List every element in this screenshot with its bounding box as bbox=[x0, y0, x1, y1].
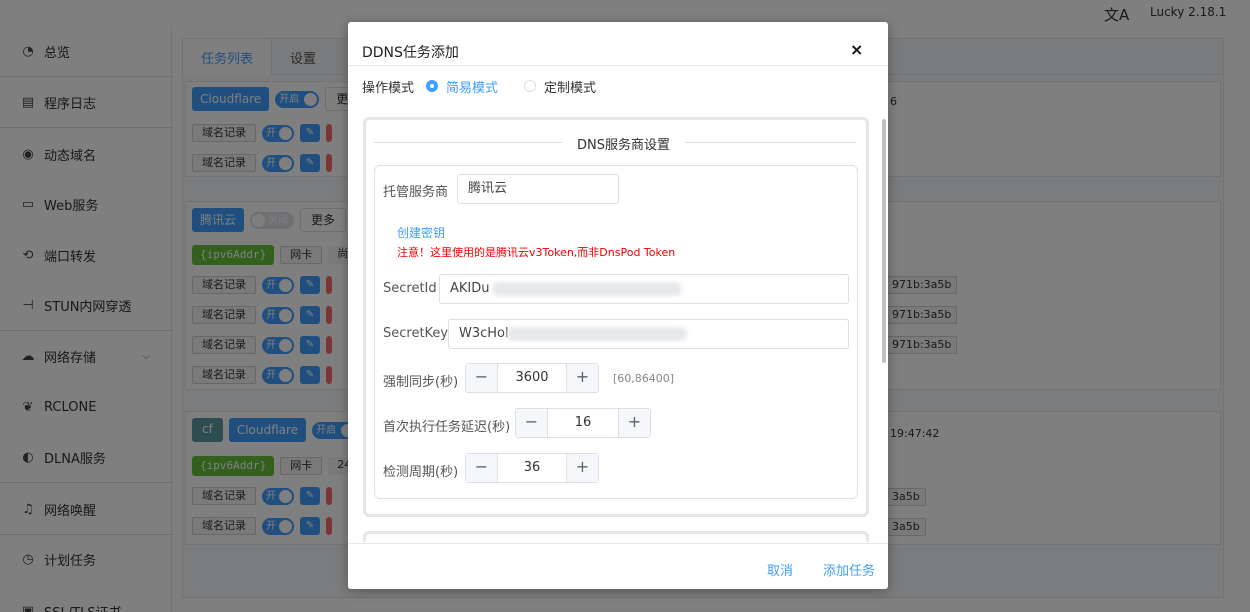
range-hint: [60,86400] bbox=[613, 372, 675, 385]
secret-key-input[interactable]: W3cHol bbox=[448, 319, 849, 349]
dns-provider-panel: DNS服务商设置 托管服务商 腾讯云 创建密钥 注意！这里使用的是腾讯云v3To… bbox=[363, 117, 869, 517]
mode-label: 操作模式 bbox=[362, 80, 415, 96]
check-period-input[interactable]: 36 bbox=[498, 454, 566, 482]
redacted-blur bbox=[492, 282, 682, 296]
increment-button[interactable]: + bbox=[566, 454, 598, 482]
force-sync-label: 强制同步(秒) bbox=[383, 375, 459, 390]
decrement-button[interactable]: − bbox=[466, 454, 498, 482]
next-settings-panel bbox=[363, 531, 869, 542]
dialog-body: DNS服务商设置 托管服务商 腾讯云 创建密钥 注意！这里使用的是腾讯云v3To… bbox=[348, 117, 888, 542]
first-delay-stepper: − 16 + bbox=[515, 408, 651, 438]
ddns-add-dialog: DDNS任务添加 × 操作模式 简易模式 定制模式 DNS服务商设置 托管服务商… bbox=[348, 22, 888, 589]
increment-button[interactable]: + bbox=[618, 409, 650, 437]
token-warning: 注意！这里使用的是腾讯云v3Token,而非DnsPod Token bbox=[397, 246, 676, 259]
dialog-footer: 取消 添加任务 bbox=[348, 543, 888, 589]
mode-option-label: 简易模式 bbox=[446, 80, 499, 96]
first-delay-label: 首次执行任务延迟(秒) bbox=[383, 420, 511, 435]
mode-simple-radio[interactable]: 简易模式 bbox=[426, 77, 498, 96]
add-task-button[interactable]: 添加任务 bbox=[823, 560, 875, 579]
radio-checked-icon bbox=[426, 80, 439, 92]
dns-settings-form: 托管服务商 腾讯云 创建密钥 注意！这里使用的是腾讯云v3Token,而非Dns… bbox=[374, 165, 858, 499]
secret-id-input[interactable]: AKIDu bbox=[439, 274, 849, 304]
redacted-blur bbox=[507, 327, 687, 341]
mode-custom-radio[interactable]: 定制模式 bbox=[524, 77, 596, 96]
provider-label: 托管服务商 bbox=[383, 185, 449, 200]
cancel-button[interactable]: 取消 bbox=[767, 560, 793, 579]
mode-selector: 操作模式 简易模式 定制模式 bbox=[362, 76, 596, 96]
create-key-link[interactable]: 创建密钥 bbox=[397, 224, 445, 241]
mode-option-label: 定制模式 bbox=[544, 80, 597, 96]
section-title: DNS服务商设置 bbox=[562, 134, 685, 153]
first-delay-input[interactable]: 16 bbox=[548, 409, 618, 437]
secret-id-label: SecretId bbox=[383, 281, 437, 296]
dialog-header: DDNS任务添加 × bbox=[348, 22, 888, 66]
check-period-stepper: − 36 + bbox=[465, 453, 599, 483]
close-icon[interactable]: × bbox=[850, 40, 863, 59]
secret-id-value: AKIDu bbox=[450, 281, 490, 296]
decrement-button[interactable]: − bbox=[466, 364, 498, 392]
dialog-scrollbar[interactable] bbox=[882, 119, 886, 363]
check-period-label: 检测周期(秒) bbox=[383, 465, 459, 480]
radio-unchecked-icon bbox=[524, 80, 537, 92]
increment-button[interactable]: + bbox=[566, 364, 598, 392]
secret-key-value: W3cHol bbox=[459, 326, 509, 341]
provider-select[interactable]: 腾讯云 bbox=[457, 174, 619, 204]
secret-key-label: SecretKey bbox=[383, 326, 449, 341]
force-sync-input[interactable]: 3600 bbox=[498, 364, 566, 392]
dialog-title: DDNS任务添加 bbox=[362, 45, 459, 61]
decrement-button[interactable]: − bbox=[516, 409, 548, 437]
force-sync-stepper: − 3600 + bbox=[465, 363, 599, 393]
